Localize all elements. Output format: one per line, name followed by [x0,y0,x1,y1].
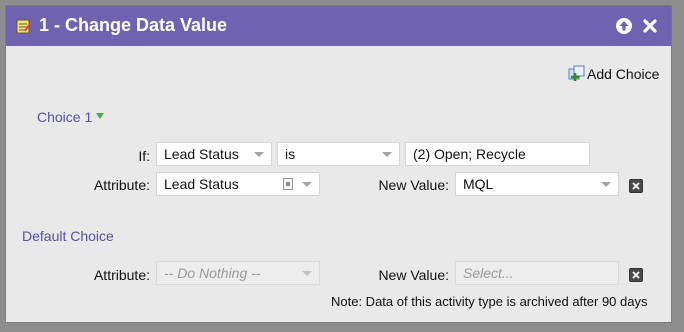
default-attribute-label: Attribute: [93,267,150,283]
default-attribute-select[interactable]: -- Do Nothing -- [156,261,320,285]
if-field-select[interactable]: Lead Status [156,142,272,166]
if-value-field[interactable]: (2) Open; Recycle [405,142,590,166]
attribute-value: Lead Status [164,176,239,192]
document-icon [283,178,293,190]
if-field-value: Lead Status [164,146,239,162]
chevron-down-icon [382,152,392,157]
close-x-icon[interactable] [642,18,658,34]
attribute-select[interactable]: Lead Status [156,172,320,196]
choice-expand-icon[interactable] [96,113,104,119]
choice-1-heading[interactable]: Choice 1 [37,109,92,125]
delete-choice-icon[interactable] [629,179,643,193]
default-new-value-select[interactable]: Select... [455,261,619,285]
default-choice-heading: Default Choice [22,228,114,244]
title-bar: 1 - Change Data Value [6,6,671,46]
notepad-icon [16,19,32,34]
if-value-text: (2) Open; Recycle [413,146,526,162]
chevron-down-icon [302,271,312,276]
archive-note: Note: Data of this activity type is arch… [331,294,648,309]
arrow-up-circle-icon[interactable] [616,18,632,34]
if-label: If: [138,148,150,164]
default-new-value-placeholder: Select... [463,265,514,281]
add-choice-icon [568,65,585,81]
panel-title: 1 - Change Data Value [39,15,228,35]
new-value-value: MQL [463,176,494,192]
attribute-label: Attribute: [93,177,150,193]
default-new-value-label: New Value: [378,267,449,283]
chevron-down-icon [601,182,611,187]
chevron-down-icon [254,152,264,157]
chevron-down-icon [302,182,312,187]
flow-step-panel: 1 - Change Data Value Add Choice Choice … [5,5,672,323]
default-attribute-placeholder: -- Do Nothing -- [164,265,261,281]
new-value-label: New Value: [378,177,449,193]
delete-default-icon[interactable] [629,268,643,282]
operator-value: is [285,146,296,162]
operator-select[interactable]: is [277,142,400,166]
new-value-select[interactable]: MQL [455,172,619,196]
add-choice-label: Add Choice [587,66,660,82]
